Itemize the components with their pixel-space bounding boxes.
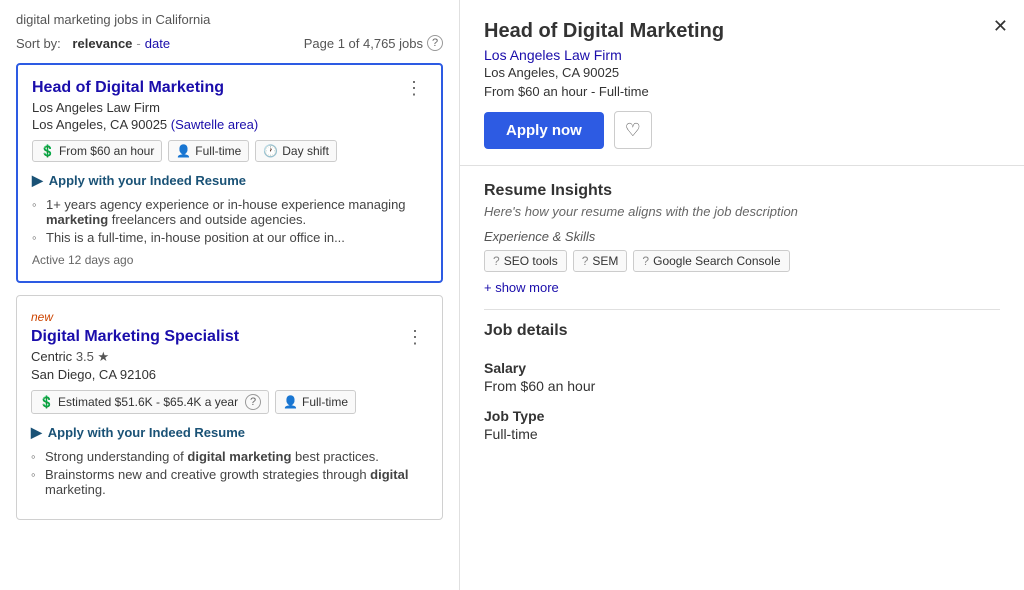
apply-arrow-2: ▶ [31,424,42,441]
right-panel: ✕ Head of Digital Marketing Los Angeles … [460,0,1024,590]
sort-bar: Sort by: relevance - date Page 1 of 4,76… [16,35,443,51]
salary-help-icon-2[interactable]: ? [245,394,261,410]
job-details-section: Job details Salary From $60 an hour Job … [484,322,1000,442]
job-card-2[interactable]: new Digital Marketing Specialist ⋮ Centr… [16,295,443,520]
jobtype-field-label: Job Type [484,408,1000,424]
salary-field-label: Salary [484,360,1000,376]
salary-field: Salary From $60 an hour [484,360,1000,394]
active-label-1: Active 12 days ago [32,253,427,267]
company-2: Centric 3.5 ★ [31,349,428,365]
job-title-2[interactable]: Digital Marketing Specialist [31,328,239,346]
bullet-2-2: Brainstorms new and creative growth stra… [31,467,428,497]
jobtype-icon: 👤 [176,144,191,158]
bullet-1-1: 1+ years agency experience or in-house e… [32,197,427,227]
resume-insights-section: Resume Insights Here's how your resume a… [484,182,1000,295]
page-info: Page 1 of 4,765 jobs ? [304,35,443,51]
main-layout: digital marketing jobs in California Sor… [0,0,1024,590]
salary-icon: 💲 [40,144,55,158]
left-panel: digital marketing jobs in California Sor… [0,0,460,590]
detail-location: Los Angeles, CA 90025 [484,65,1000,80]
skill-q-2: ? [582,254,589,268]
jobtype-field-value: Full-time [484,426,1000,442]
location-area-1: (Sawtelle area) [171,117,258,132]
detail-company[interactable]: Los Angeles Law Firm [484,47,1000,63]
help-icon[interactable]: ? [427,35,443,51]
detail-body: Resume Insights Here's how your resume a… [460,166,1024,590]
skill-sem: ? SEM [573,250,628,272]
skill-seo: ? SEO tools [484,250,567,272]
skill-q-1: ? [493,254,500,268]
detail-salary: From $60 an hour - Full-time [484,84,1000,99]
resume-insights-title: Resume Insights [484,182,1000,200]
location-2: San Diego, CA 92106 [31,367,428,382]
detail-title: Head of Digital Marketing [484,20,1000,43]
skills-label: Experience & Skills [484,229,1000,244]
sort-relevance[interactable]: relevance [72,36,132,51]
bullet-list-2: Strong understanding of digital marketin… [31,449,428,497]
action-buttons: Apply now ♡ [484,111,1000,149]
badges-1: 💲 From $60 an hour 👤 Full-time 🕐 Day shi… [32,140,427,162]
bullet-1-2: This is a full-time, in-house position a… [32,230,427,245]
shift-icon: 🕐 [263,144,278,158]
jobtype-field: Job Type Full-time [484,408,1000,442]
skill-tags: ? SEO tools ? SEM ? Google Search Consol… [484,250,1000,272]
apply-now-button[interactable]: Apply now [484,112,604,149]
skill-q-3: ? [642,254,649,268]
resume-insights-subtitle: Here's how your resume aligns with the j… [484,204,1000,219]
jobtype-icon-2: 👤 [283,395,298,409]
apply-indeed-1[interactable]: ▶ Apply with your Indeed Resume [32,172,427,189]
detail-header: ✕ Head of Digital Marketing Los Angeles … [460,0,1024,166]
more-options-2[interactable]: ⋮ [402,328,428,346]
sort-label: Sort by: [16,36,61,51]
show-more-skills[interactable]: + show more [484,280,1000,295]
skill-gsc: ? Google Search Console [633,250,789,272]
badge-salary-1: 💲 From $60 an hour [32,140,162,162]
job-details-title: Job details [484,322,1000,340]
salary-icon-2: 💲 [39,395,54,409]
badge-jobtype-1: 👤 Full-time [168,140,249,162]
badge-shift-1: 🕐 Day shift [255,140,337,162]
apply-indeed-2[interactable]: ▶ Apply with your Indeed Resume [31,424,428,441]
new-badge-2: new [31,310,428,324]
salary-field-value: From $60 an hour [484,378,1000,394]
search-title: digital marketing jobs in California [16,12,443,27]
save-job-button[interactable]: ♡ [614,111,652,149]
sort-separator: - [136,36,140,51]
card-header-1: Head of Digital Marketing ⋮ [32,79,427,100]
location-1: Los Angeles, CA 90025 (Sawtelle area) [32,117,427,132]
sort-options: Sort by: relevance - date [16,36,170,51]
rating-2: 3.5 ★ [76,349,109,364]
close-button[interactable]: ✕ [993,16,1008,37]
page-info-text: Page 1 of 4,765 jobs [304,36,423,51]
divider-1 [484,309,1000,310]
bullet-list-1: 1+ years agency experience or in-house e… [32,197,427,245]
job-card-1[interactable]: Head of Digital Marketing ⋮ Los Angeles … [16,63,443,283]
badge-jobtype-2: 👤 Full-time [275,390,356,414]
more-options-1[interactable]: ⋮ [401,79,427,97]
badges-2: 💲 Estimated $51.6K - $65.4K a year ? 👤 F… [31,390,428,414]
bullet-2-1: Strong understanding of digital marketin… [31,449,428,464]
sort-date[interactable]: date [145,36,170,51]
job-title-1[interactable]: Head of Digital Marketing [32,79,224,97]
card-header-2: Digital Marketing Specialist ⋮ [31,328,428,349]
company-1: Los Angeles Law Firm [32,100,427,115]
badge-salary-2: 💲 Estimated $51.6K - $65.4K a year ? [31,390,269,414]
apply-arrow-1: ▶ [32,172,43,189]
